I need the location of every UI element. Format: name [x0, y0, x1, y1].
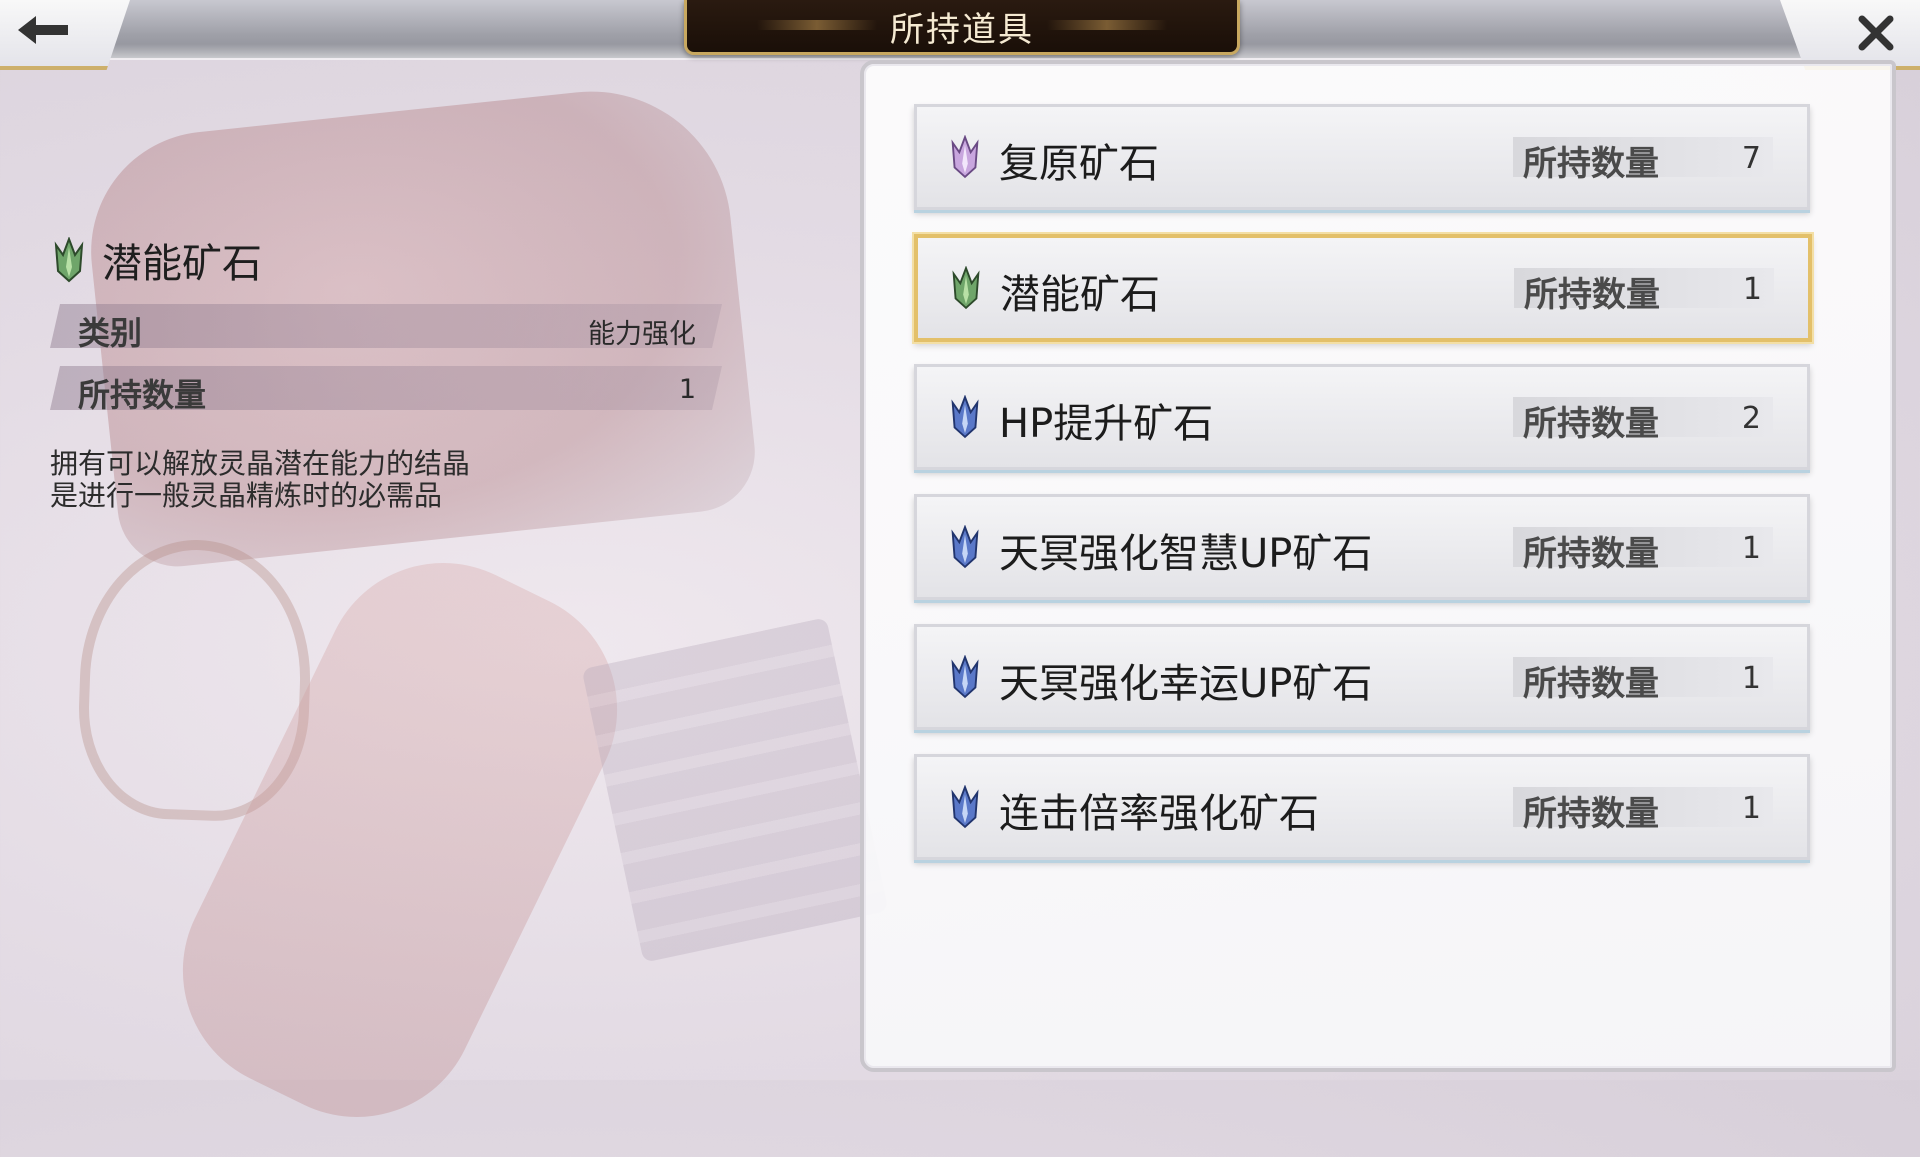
- qty-box: 所持数量 1: [1513, 787, 1773, 834]
- list-item[interactable]: HP提升矿石 所持数量 2: [914, 364, 1810, 470]
- item-name: 连击倍率强化矿石: [999, 791, 1319, 837]
- close-icon: [1858, 15, 1894, 51]
- qty-value: 1: [1741, 531, 1761, 566]
- qty-label: 所持数量: [1523, 144, 1659, 184]
- qty-box: 所持数量 7: [1513, 137, 1773, 184]
- qty-box: 所持数量 1: [1513, 657, 1773, 704]
- item-list-panel[interactable]: 复原矿石 所持数量 7 潜能矿石 所持数量 1 HP提升矿石 所持数量 2 天冥…: [860, 60, 1896, 1072]
- list-item[interactable]: 天冥强化智慧UP矿石 所持数量 1: [914, 494, 1810, 600]
- blue-crystal-icon: [951, 785, 979, 829]
- blue-crystal-icon: [951, 525, 979, 569]
- qty-value: 1: [1742, 272, 1762, 307]
- owned-count-label: 所持数量: [78, 376, 207, 414]
- category-row: 类别 能力强化: [50, 304, 722, 348]
- detail-item-name: 潜能矿石: [102, 241, 262, 287]
- qty-value: 7: [1741, 141, 1761, 176]
- item-name: 复原矿石: [999, 141, 1159, 187]
- description-line: 是进行一般灵晶精炼时的必需品: [50, 479, 443, 512]
- owned-count-value: 1: [678, 374, 696, 405]
- qty-value: 1: [1741, 661, 1761, 696]
- qty-label: 所持数量: [1523, 404, 1659, 444]
- qty-label: 所持数量: [1524, 275, 1660, 315]
- qty-box: 所持数量 1: [1513, 527, 1773, 574]
- blue-crystal-icon: [951, 395, 979, 439]
- qty-label: 所持数量: [1523, 534, 1659, 574]
- category-label: 类别: [78, 314, 143, 352]
- purple-crystal-icon: [951, 135, 979, 179]
- item-name: HP提升矿石: [999, 401, 1214, 447]
- qty-box: 所持数量 1: [1514, 268, 1774, 315]
- item-name: 潜能矿石: [1000, 272, 1160, 318]
- item-name: 天冥强化幸运UP矿石: [999, 661, 1373, 707]
- back-arrow-icon: [18, 16, 68, 44]
- list-item[interactable]: 连击倍率强化矿石 所持数量 1: [914, 754, 1810, 860]
- category-value: 能力强化: [588, 319, 696, 350]
- blue-crystal-icon: [951, 655, 979, 699]
- item-description: 拥有可以解放灵晶潜在能力的结晶 是进行一般灵晶精炼时的必需品: [50, 448, 730, 512]
- description-line: 拥有可以解放灵晶潜在能力的结晶: [50, 447, 471, 480]
- qty-box: 所持数量 2: [1513, 397, 1773, 444]
- green-crystal-icon: [54, 237, 84, 283]
- list-item[interactable]: 天冥强化幸运UP矿石 所持数量 1: [914, 624, 1810, 730]
- qty-value: 2: [1741, 401, 1761, 436]
- background-books-illustration: [581, 617, 889, 963]
- owned-count-row: 所持数量 1: [50, 366, 722, 410]
- item-detail-panel: 潜能矿石 类别 能力强化 所持数量 1 拥有可以解放灵晶潜在能力的结晶 是进行一…: [50, 230, 730, 512]
- detail-header: 潜能矿石: [50, 230, 730, 290]
- title-plate: 所持道具: [684, 0, 1240, 55]
- qty-label: 所持数量: [1523, 794, 1659, 834]
- list-item-selected[interactable]: 潜能矿石 所持数量 1: [914, 234, 1812, 342]
- page-title: 所持道具: [890, 9, 1034, 50]
- list-item[interactable]: 复原矿石 所持数量 7: [914, 104, 1810, 210]
- item-name: 天冥强化智慧UP矿石: [999, 531, 1373, 577]
- qty-value: 1: [1741, 791, 1761, 826]
- green-crystal-icon: [952, 266, 980, 310]
- qty-label: 所持数量: [1523, 664, 1659, 704]
